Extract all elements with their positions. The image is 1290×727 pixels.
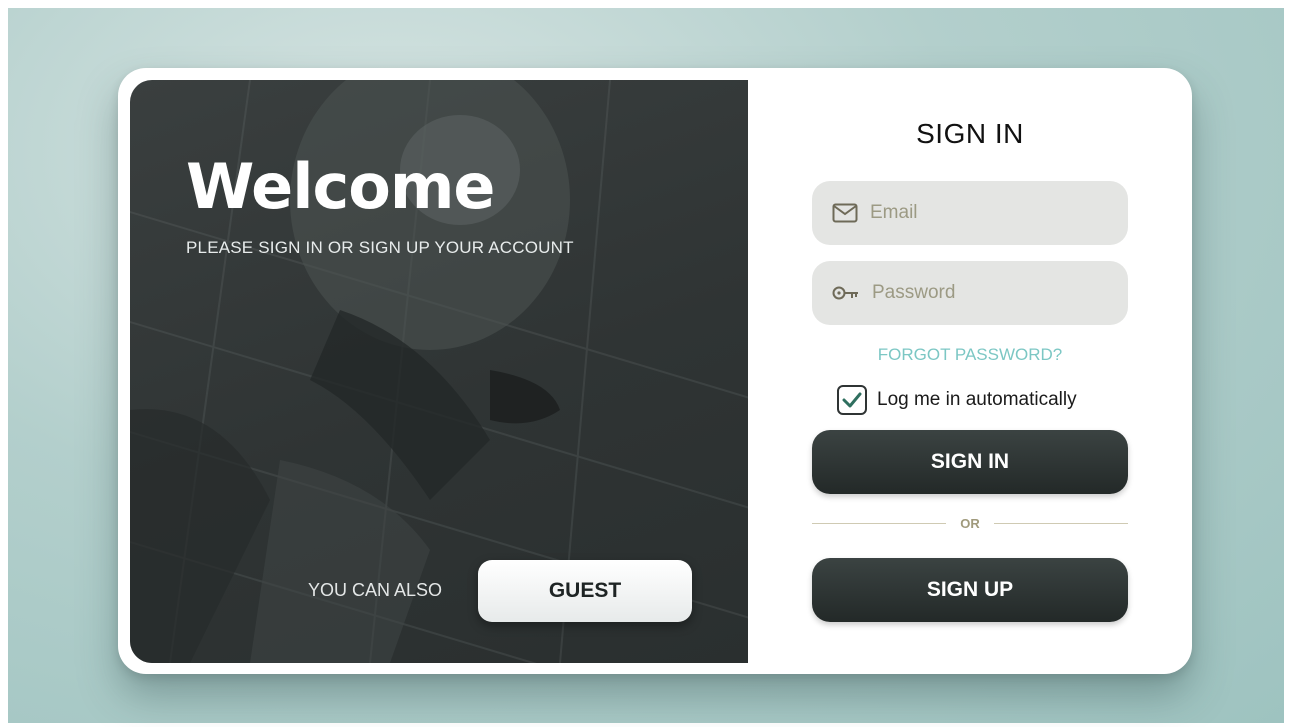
envelope-icon xyxy=(832,203,858,223)
also-label: YOU CAN ALSO xyxy=(308,580,443,600)
sign-up-button[interactable]: SIGN UP xyxy=(812,558,1128,622)
form-title: SIGN IN xyxy=(916,118,1024,149)
remember-checkbox[interactable] xyxy=(837,385,867,415)
remember-me[interactable]: Log me in automatically xyxy=(837,384,1077,416)
password-field[interactable] xyxy=(812,261,1128,325)
sign-in-button[interactable]: SIGN IN xyxy=(812,430,1128,494)
welcome-subtitle: PLEASE SIGN IN OR SIGN UP YOUR ACCOUNT xyxy=(186,238,574,257)
divider-line xyxy=(993,522,1128,524)
email-field[interactable] xyxy=(812,181,1128,245)
guest-button[interactable]: GUEST xyxy=(478,560,692,622)
email-input[interactable] xyxy=(870,202,1110,224)
or-divider: OR xyxy=(812,512,1128,534)
remember-label: Log me in automatically xyxy=(877,389,1077,410)
welcome-panel: Welcome PLEASE SIGN IN OR SIGN UP YOUR A… xyxy=(130,80,748,663)
key-icon xyxy=(832,286,858,300)
divider-line xyxy=(812,522,947,524)
forgot-password-link[interactable]: FORGOT PASSWORD? xyxy=(812,345,1128,365)
welcome-title: Welcome xyxy=(186,150,495,223)
password-input[interactable] xyxy=(872,282,1112,304)
divider-label: OR xyxy=(960,515,980,531)
checkmark-icon xyxy=(842,392,862,408)
